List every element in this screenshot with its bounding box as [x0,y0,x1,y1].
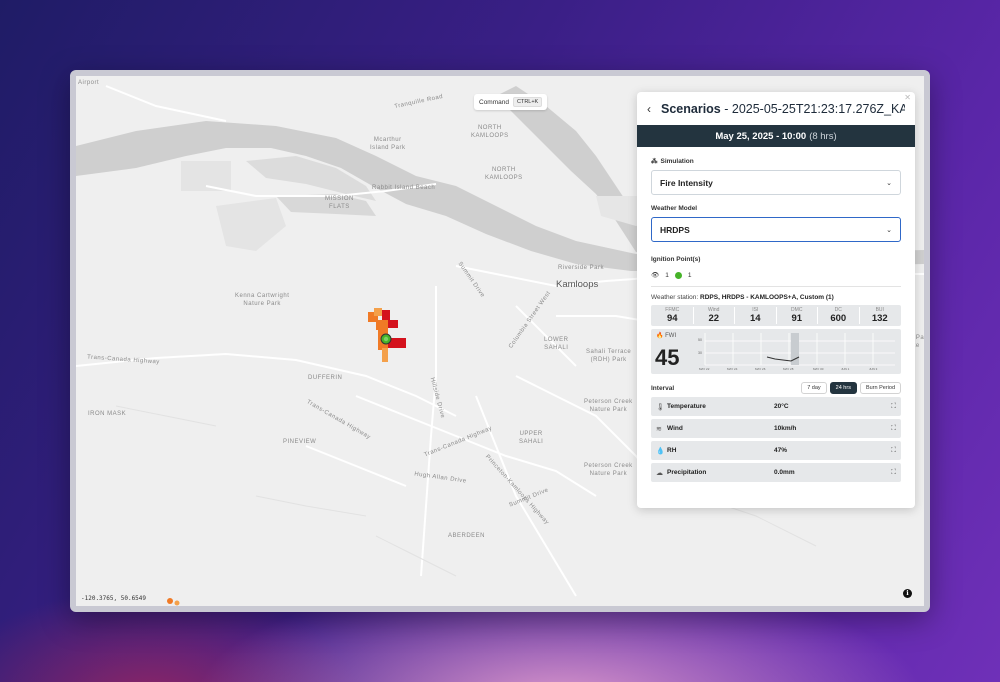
app-window: Airport Tranquille Road Mcarthur Island … [70,70,930,612]
fwi-cell-ffmc: FFMC 94 [652,307,694,324]
weather-row-wind[interactable]: ≋ Wind 10km/h ⛶ [651,419,901,438]
fwi-cell-wind: Wind 22 [694,307,735,324]
weather-row-temperature[interactable]: 🌡 Temperature 20°C ⛶ [651,397,901,416]
map-label-rabbit-island: Rabbit Island Beach [372,185,436,191]
map-label-mission-flats: MISSION FLATS [325,196,354,210]
fwi-cell-dc: DC 600 [818,307,860,324]
fwi-x-tick-6: JUN 3 [869,367,878,371]
fwi-cell-bui: BUI 132 [871,307,888,324]
fwi-x-tick-4: MAY 30 [813,367,824,371]
weather-station: Weather station: RDPS, HRDPS - KAMLOOPS+… [651,294,834,301]
fwi-cell-dmc: DMC 91 [777,307,818,324]
ignition-label: Ignition Point(s) [651,256,701,263]
fwi-chart[interactable]: 🔥 FWI 45 50 30 MAY 22 MAY 24 MAY 26 MAY … [651,329,901,374]
fwi-y-tick-30: 30 [698,351,702,355]
simulation-select[interactable]: Fire Intensity ⌄ [651,170,901,195]
cursor-coordinates: -120.3765, 50.6549 [81,595,147,602]
interval-header: Interval 7 day 24 hrs Burn Period [651,382,901,394]
fwi-y-tick-50: 50 [698,338,702,342]
ignition-dot-icon[interactable] [674,271,682,279]
interval-label: Interval [651,384,675,392]
date-text: May 25, 2025 - 10:00 [715,130,807,142]
simulation-value: Fire Intensity [660,177,713,188]
fwi-x-tick-1: MAY 24 [727,367,738,371]
scenario-panel: ‹ Scenarios - 2025-05-25T21:23:17.276Z_K… [637,92,915,508]
map-view[interactable]: Airport Tranquille Road Mcarthur Island … [76,76,924,606]
fwi-x-tick-3: MAY 28 [783,367,794,371]
map-label-lower-sahali: LOWER SAHALI [544,337,569,351]
interval-toggle: 7 day 24 hrs Burn Period [801,382,901,394]
ignition-section: Ignition Point(s) 👁 1 1 Weather station:… [637,256,915,482]
thermometer-wind-icon: 🌡 [656,403,665,411]
date-hours: (8 hrs) [809,130,837,142]
fwi-label: 🔥 FWI [656,333,677,339]
map-label-upper-sahali: UPPER SAHALI [519,431,544,445]
fire-perimeter [368,308,406,362]
back-icon[interactable]: ‹ [647,102,651,116]
weather-row-precipitation[interactable]: ☁ Precipitation 0.0mm ⛶ [651,463,901,482]
map-label-airport: Airport [78,80,100,86]
fwi-cell-isi: ISI 14 [735,307,777,324]
expand-icon[interactable]: ⛶ [891,447,896,455]
ignition-hidden-count: 1 [665,271,669,279]
weather-model-value: HRDPS [660,224,690,235]
map-label-kenna-cartwright: Kenna Cartwright Nature Park [235,293,290,307]
interval-burn-period[interactable]: Burn Period [859,382,901,394]
fwi-x-tick-0: MAY 22 [699,367,710,371]
map-label-iron-mask: IRON MASK [88,411,127,417]
simulation-label: Simulation [660,157,694,165]
expand-icon[interactable]: ⛶ [891,425,896,433]
fwi-x-tick-5: JUN 1 [841,367,850,371]
map-label-mcarthur-island: Mcarthur Island Park [370,137,406,151]
simulation-section: ⁂ Simulation Fire Intensity ⌄ [637,157,915,195]
rain-cloud-icon: ☁ [656,469,663,477]
simulation-icon: ⁂ [651,158,658,165]
humidity-icon: 💧 [656,447,665,455]
weather-model-select[interactable]: HRDPS ⌄ [651,217,901,242]
expand-icon[interactable]: ⛶ [891,469,896,477]
wind-icon: ≋ [656,425,662,433]
weather-row-rh[interactable]: 💧 RH 47% ⛶ [651,441,901,460]
map-label-sahali-terrace: Sahali Terrace (RDH) Park [586,349,632,363]
map-label-kamloops: Kamloops [556,279,599,290]
command-palette-button[interactable]: Command CTRL+K [474,94,548,110]
chevron-down-icon: ⌄ [886,226,892,234]
map-label-aberdeen: ABERDEEN [448,533,486,539]
fwi-value: 45 [655,345,680,370]
expand-icon[interactable]: ⛶ [891,403,896,411]
map-label-pineview: PINEVIEW [283,439,317,445]
close-icon[interactable]: ✕ [904,93,911,102]
interval-24-hrs[interactable]: 24 hrs [829,382,857,394]
weather-model-label: Weather Model [651,205,698,212]
eye-icon[interactable]: 👁 [651,271,659,279]
map-label-north-kamloops-2: NORTH KAMLOOPS [485,167,523,181]
fwi-sparkline: 50 30 MAY 22 MAY 24 MAY 26 MAY 28 MAY 30… [698,333,895,371]
ignition-active-count: 1 [687,271,692,279]
map-label-riverside-park: Riverside Park [558,265,605,271]
chevron-down-icon: ⌄ [886,179,892,187]
panel-title: Scenarios - 2025-05-25T21:23:17.276Z_KA.… [661,101,905,116]
command-shortcut: CTRL+K [512,97,543,107]
weather-model-section: Weather Model HRDPS ⌄ [637,205,915,242]
map-label-peterson-creek-2: Peterson Creek Nature Park [584,463,633,477]
map-label-dufferin: DUFFERIN [308,375,343,381]
map-label-north-kamloops-1: NORTH KAMLOOPS [471,125,509,139]
fwi-x-tick-2: MAY 26 [755,367,766,371]
interval-7-day[interactable]: 7 day [801,382,827,394]
map-label-peterson-creek-1: Peterson Creek Nature Park [584,399,633,413]
fwi-indices-table: FFMC 94 Wind 22 ISI 14 DMC 91 DC 600 BUI 132 [651,305,901,326]
divider [651,286,901,287]
info-icon[interactable]: i [903,589,912,598]
panel-header: ‹ Scenarios - 2025-05-25T21:23:17.276Z_K… [637,92,915,125]
command-label: Command [479,98,509,106]
date-bar[interactable]: May 25, 2025 - 10:00 (8 hrs) [637,125,915,147]
